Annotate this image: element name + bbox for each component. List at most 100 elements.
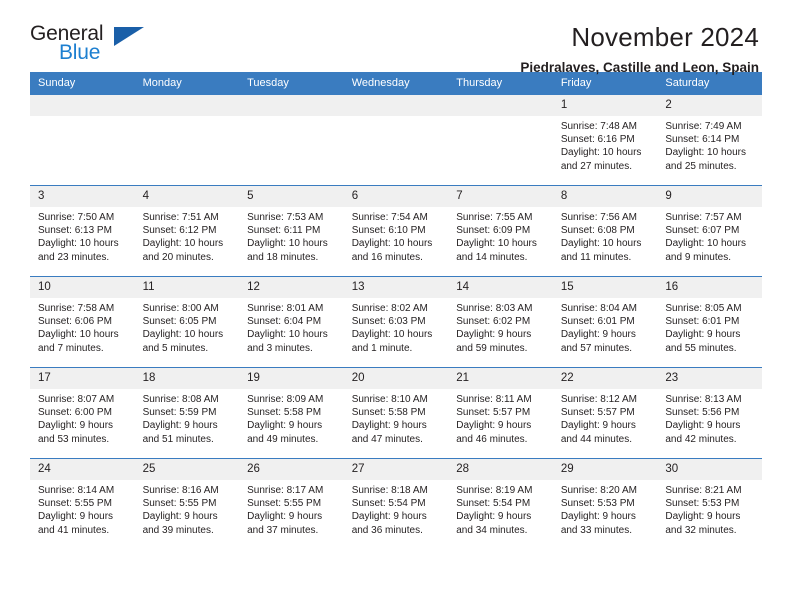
day-number: [30, 95, 135, 116]
day-sun-info: Sunrise: 8:13 AM Sunset: 5:56 PM Daylight:…: [657, 389, 762, 446]
day-sun-info: Sunrise: 8:03 AM Sunset: 6:02 PM Daylight:…: [448, 298, 553, 355]
sunset-text: Sunset: 5:53 PM: [665, 498, 740, 510]
sunrise-text: Sunrise: 7:54 AM: [351, 212, 428, 223]
day-sun-info: Sunrise: 8:01 AM Sunset: 6:04 PM Daylight:…: [239, 298, 344, 355]
calendar-day-cell[interactable]: 15 Sunrise: 8:04 AM Sunset: 6:01 PM Dayligh…: [552, 276, 658, 368]
day-number: 19: [239, 368, 344, 389]
sunset-text: Sunset: 6:12 PM: [142, 225, 217, 237]
calendar-table: Sunday Monday Tuesday Wednesday Thursday…: [30, 72, 762, 549]
calendar-day-cell[interactable]: 27 Sunrise: 8:18 AM Sunset: 5:54 PM Dayligh…: [343, 458, 449, 549]
daylight-text: Daylight: 9 hours and 59 minutes.: [456, 329, 532, 354]
sunrise-text: Sunrise: 7:51 AM: [142, 212, 219, 223]
day-number: 16: [657, 277, 762, 298]
calendar-day-cell[interactable]: 13 Sunrise: 8:02 AM Sunset: 6:03 PM Dayligh…: [343, 276, 449, 368]
day-number: 4: [134, 186, 240, 207]
sunrise-text: Sunrise: 8:00 AM: [142, 303, 219, 314]
general-blue-logo[interactable]: General Blue: [30, 22, 150, 68]
calendar-day-cell[interactable]: 10 Sunrise: 7:58 AM Sunset: 6:06 PM Dayligh…: [30, 276, 135, 368]
sunrise-text: Sunrise: 8:19 AM: [456, 485, 533, 496]
calendar-body: 1 Sunrise: 7:48 AM Sunset: 6:16 PM Daylight…: [30, 94, 762, 549]
day-sun-info: Sunrise: 8:18 AM Sunset: 5:54 PM Daylight:…: [344, 480, 449, 537]
daylight-text: Daylight: 10 hours and 18 minutes.: [247, 238, 328, 263]
sunrise-text: Sunrise: 8:04 AM: [560, 303, 637, 314]
calendar-day-cell[interactable]: 26 Sunrise: 8:17 AM Sunset: 5:55 PM Dayligh…: [239, 458, 344, 549]
sunset-text: Sunset: 6:13 PM: [38, 225, 112, 237]
sunrise-text: Sunrise: 8:13 AM: [665, 394, 742, 405]
sunset-text: Sunset: 5:55 PM: [247, 498, 322, 510]
calendar-day-cell[interactable]: 22 Sunrise: 8:12 AM Sunset: 5:57 PM Dayligh…: [552, 367, 658, 459]
day-number: [448, 95, 553, 116]
calendar-day-cell[interactable]: 25 Sunrise: 8:16 AM Sunset: 5:55 PM Dayligh…: [134, 458, 240, 549]
calendar-day-cell[interactable]: 11 Sunrise: 8:00 AM Sunset: 6:05 PM Dayligh…: [134, 276, 240, 368]
calendar-day-cell[interactable]: 12 Sunrise: 8:01 AM Sunset: 6:04 PM Dayligh…: [239, 276, 344, 368]
day-sun-info: Sunrise: 7:49 AM Sunset: 6:14 PM Daylight:…: [657, 116, 762, 173]
calendar-day-cell[interactable]: 24 Sunrise: 8:14 AM Sunset: 5:55 PM Dayligh…: [30, 458, 135, 549]
day-sun-info: Sunrise: 7:50 AM Sunset: 6:13 PM Daylight:…: [30, 207, 135, 264]
triangle-icon: [114, 27, 144, 46]
sunset-text: Sunset: 6:08 PM: [560, 225, 635, 237]
calendar-day-cell[interactable]: 2 Sunrise: 7:49 AM Sunset: 6:14 PM Daylight…: [657, 94, 762, 186]
daylight-text: Daylight: 10 hours and 16 minutes.: [351, 238, 433, 263]
daylight-text: Daylight: 9 hours and 47 minutes.: [351, 420, 427, 445]
sunset-text: Sunset: 6:14 PM: [665, 134, 740, 146]
daylight-text: Daylight: 9 hours and 39 minutes.: [142, 511, 218, 536]
calendar-day-cell[interactable]: 17 Sunrise: 8:07 AM Sunset: 6:00 PM Dayligh…: [30, 367, 135, 459]
calendar-day-cell-empty: [343, 94, 449, 186]
sunrise-text: Sunrise: 8:21 AM: [665, 485, 742, 496]
sunset-text: Sunset: 5:57 PM: [456, 407, 531, 419]
day-number: 15: [552, 277, 658, 298]
calendar-day-cell[interactable]: 5 Sunrise: 7:53 AM Sunset: 6:11 PM Daylight…: [239, 185, 344, 277]
sunset-text: Sunset: 6:07 PM: [665, 225, 740, 237]
sunset-text: Sunset: 5:58 PM: [247, 407, 322, 419]
day-sun-info: Sunrise: 8:02 AM Sunset: 6:03 PM Daylight:…: [344, 298, 449, 355]
calendar-day-cell[interactable]: 14 Sunrise: 8:03 AM Sunset: 6:02 PM Dayligh…: [448, 276, 553, 368]
sunset-text: Sunset: 5:56 PM: [665, 407, 740, 419]
calendar-day-cell[interactable]: 29 Sunrise: 8:20 AM Sunset: 5:53 PM Dayligh…: [552, 458, 658, 549]
calendar-day-cell[interactable]: 3 Sunrise: 7:50 AM Sunset: 6:13 PM Daylight…: [30, 185, 135, 277]
day-sun-info: Sunrise: 8:00 AM Sunset: 6:05 PM Daylight:…: [135, 298, 240, 355]
calendar-day-cell[interactable]: 23 Sunrise: 8:13 AM Sunset: 5:56 PM Dayligh…: [657, 367, 762, 459]
daylight-text: Daylight: 9 hours and 49 minutes.: [247, 420, 323, 445]
calendar-day-cell[interactable]: 1 Sunrise: 7:48 AM Sunset: 6:16 PM Daylight…: [552, 94, 658, 186]
daylight-text: Daylight: 9 hours and 32 minutes.: [665, 511, 741, 536]
daylight-text: Daylight: 9 hours and 55 minutes.: [665, 329, 741, 354]
calendar-day-cell-empty: [30, 94, 135, 186]
sunrise-text: Sunrise: 7:55 AM: [456, 212, 533, 223]
sunset-text: Sunset: 5:55 PM: [38, 498, 112, 510]
calendar-day-cell[interactable]: 21 Sunrise: 8:11 AM Sunset: 5:57 PM Dayligh…: [448, 367, 553, 459]
day-sun-info: Sunrise: 8:07 AM Sunset: 6:00 PM Daylight:…: [30, 389, 135, 446]
calendar-day-cell[interactable]: 7 Sunrise: 7:55 AM Sunset: 6:09 PM Daylight…: [448, 185, 553, 277]
day-number: 3: [30, 186, 135, 207]
sunrise-text: Sunrise: 8:08 AM: [142, 394, 219, 405]
calendar-day-cell[interactable]: 6 Sunrise: 7:54 AM Sunset: 6:10 PM Daylight…: [343, 185, 449, 277]
daylight-text: Daylight: 10 hours and 9 minutes.: [665, 238, 746, 263]
sunrise-text: Sunrise: 8:03 AM: [456, 303, 533, 314]
day-number: 10: [30, 277, 135, 298]
calendar-day-cell[interactable]: 16 Sunrise: 8:05 AM Sunset: 6:01 PM Dayligh…: [657, 276, 762, 368]
sunrise-text: Sunrise: 8:17 AM: [247, 485, 324, 496]
day-number: 2: [657, 95, 762, 116]
calendar-day-cell[interactable]: 8 Sunrise: 7:56 AM Sunset: 6:08 PM Daylight…: [552, 185, 658, 277]
calendar-day-cell[interactable]: 9 Sunrise: 7:57 AM Sunset: 6:07 PM Daylight…: [657, 185, 762, 277]
day-number: 27: [343, 459, 449, 480]
sunset-text: Sunset: 6:04 PM: [247, 316, 322, 328]
calendar-day-cell[interactable]: 20 Sunrise: 8:10 AM Sunset: 5:58 PM Dayligh…: [343, 367, 449, 459]
daylight-text: Daylight: 9 hours and 44 minutes.: [560, 420, 636, 445]
sunset-text: Sunset: 6:11 PM: [247, 225, 321, 237]
calendar-day-cell[interactable]: 4 Sunrise: 7:51 AM Sunset: 6:12 PM Daylight…: [134, 185, 240, 277]
day-number: 5: [239, 186, 344, 207]
day-number: 20: [343, 368, 449, 389]
page-header: General Blue November 2024 Piedralaves, …: [30, 0, 762, 75]
day-sun-info: Sunrise: 7:56 AM Sunset: 6:08 PM Daylight:…: [553, 207, 658, 264]
daylight-text: Daylight: 9 hours and 37 minutes.: [247, 511, 323, 536]
calendar-day-cell[interactable]: 28 Sunrise: 8:19 AM Sunset: 5:54 PM Dayligh…: [448, 458, 553, 549]
day-sun-info: Sunrise: 8:10 AM Sunset: 5:58 PM Daylight:…: [344, 389, 449, 446]
sunrise-text: Sunrise: 7:56 AM: [560, 212, 637, 223]
calendar-week-row: 17 Sunrise: 8:07 AM Sunset: 6:00 PM Dayligh…: [30, 367, 762, 459]
calendar-day-cell[interactable]: 30 Sunrise: 8:21 AM Sunset: 5:53 PM Dayligh…: [657, 458, 762, 549]
daylight-text: Daylight: 10 hours and 5 minutes.: [142, 329, 224, 354]
calendar-day-cell[interactable]: 19 Sunrise: 8:09 AM Sunset: 5:58 PM Dayligh…: [239, 367, 344, 459]
daylight-text: Daylight: 10 hours and 20 minutes.: [142, 238, 224, 263]
calendar-day-cell[interactable]: 18 Sunrise: 8:08 AM Sunset: 5:59 PM Dayligh…: [134, 367, 240, 459]
day-number: 18: [134, 368, 240, 389]
